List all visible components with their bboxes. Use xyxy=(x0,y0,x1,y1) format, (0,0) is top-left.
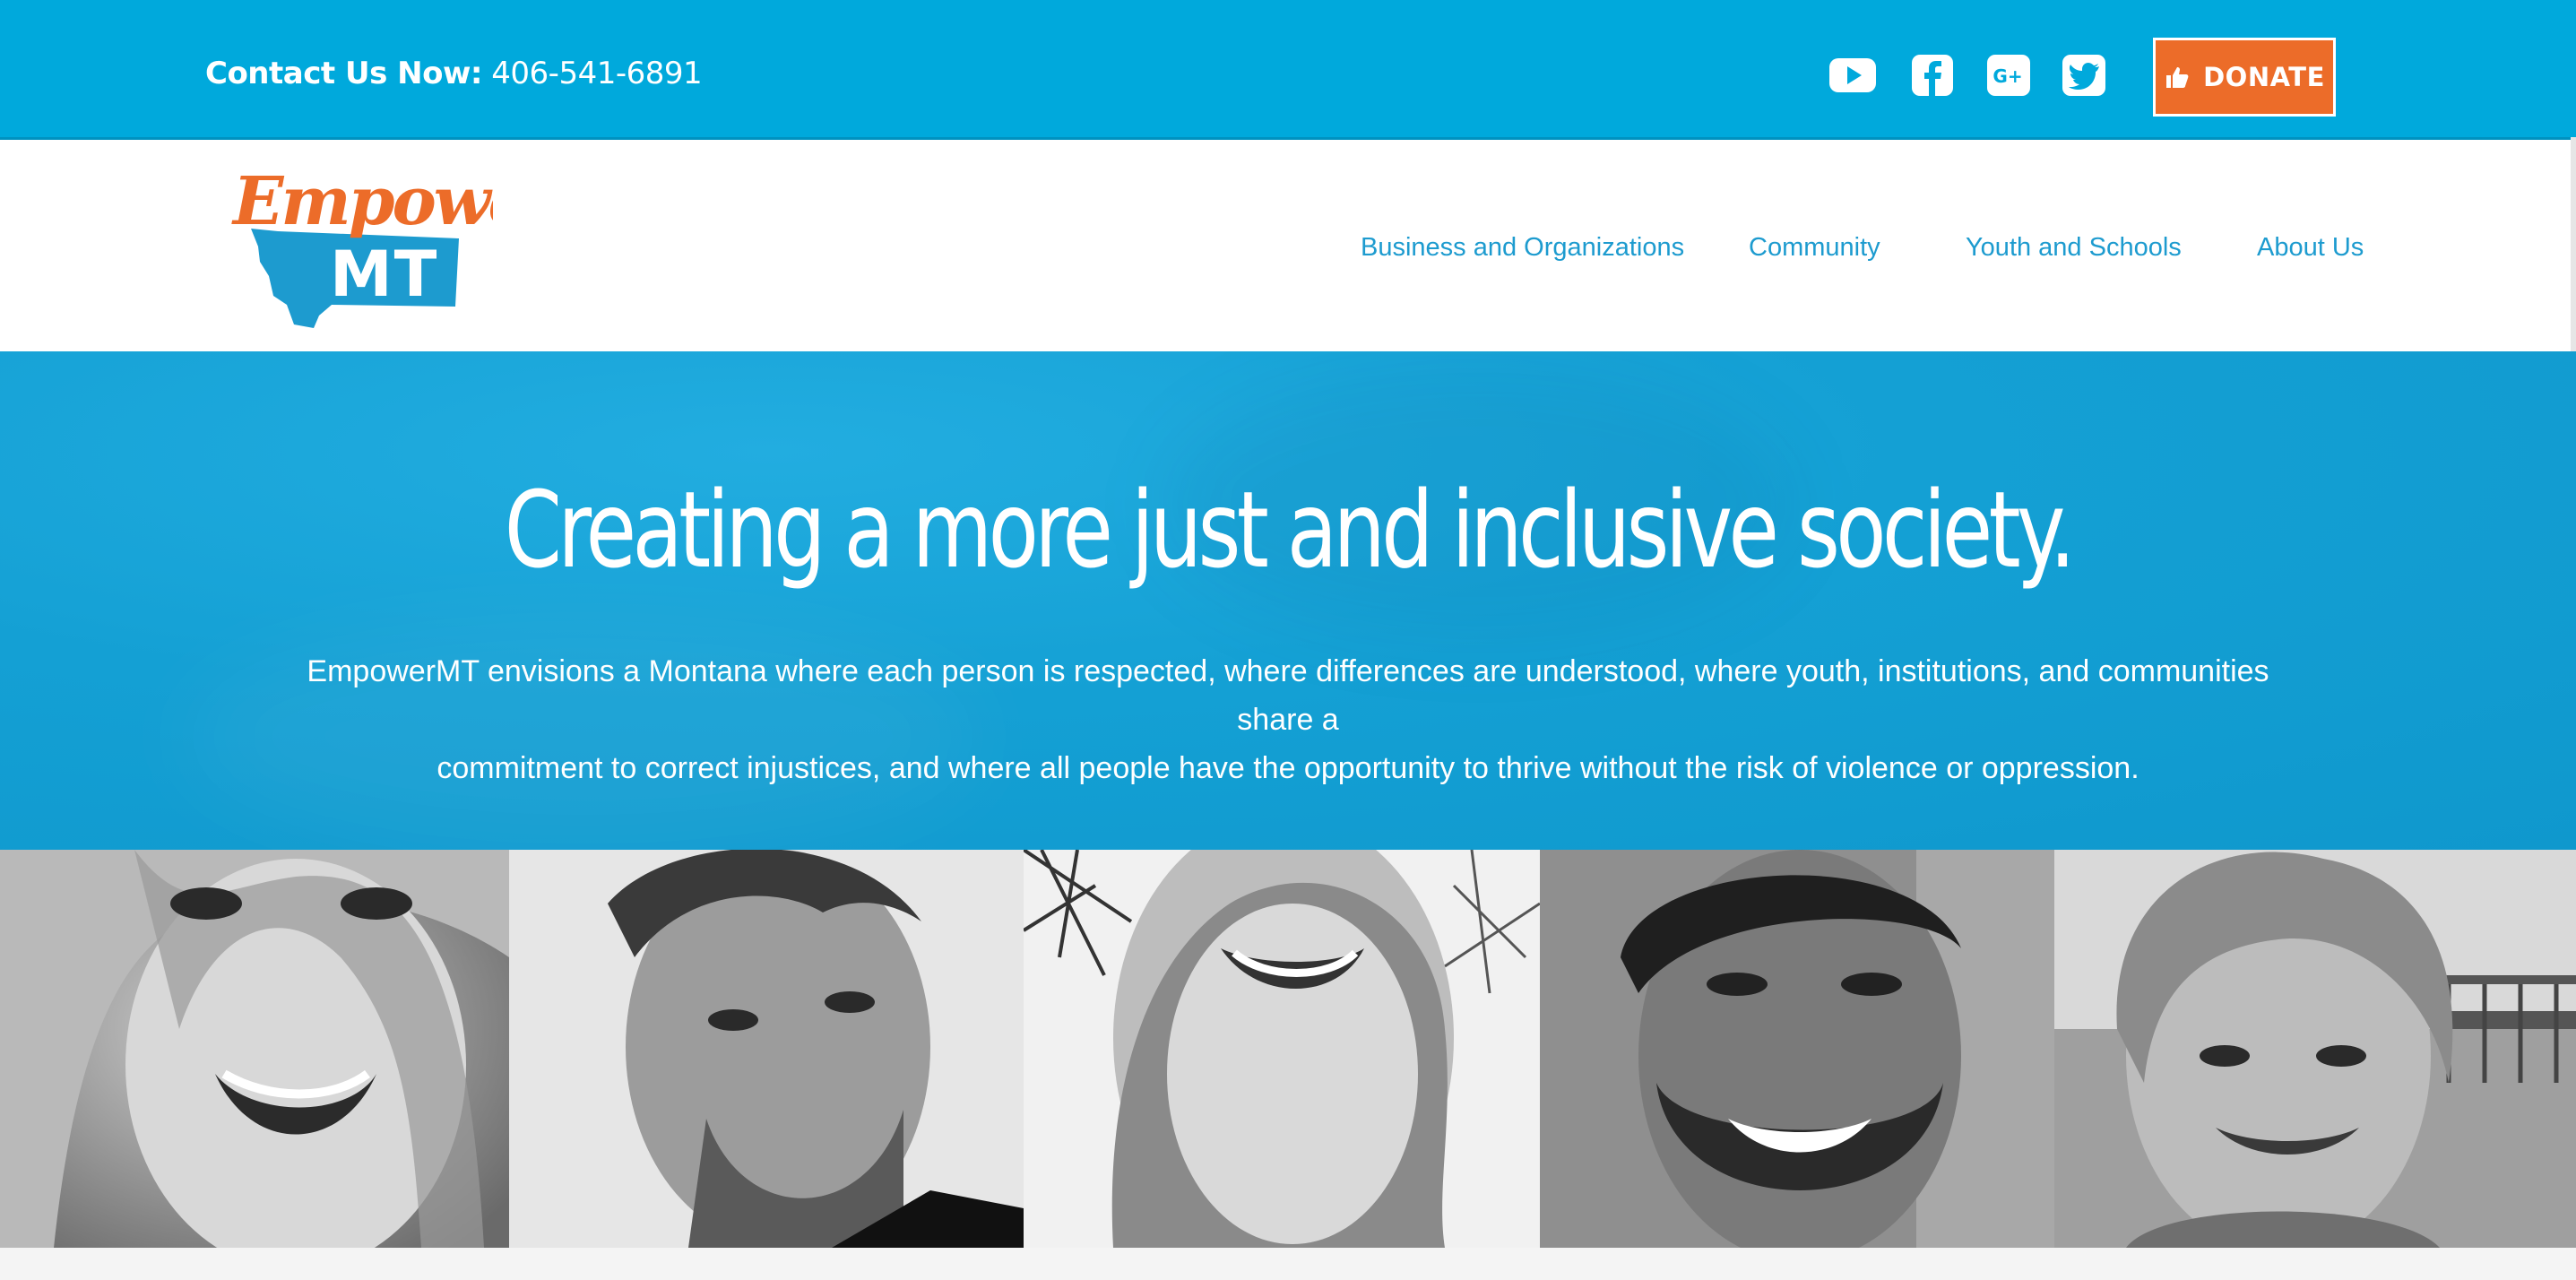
top-bar: Contact Us Now: 406-541-6891 G+ DONATE xyxy=(0,0,2576,137)
nav-youth-schools[interactable]: Youth and Schools xyxy=(1966,233,2182,263)
hero-banner: Creating a more just and inclusive socie… xyxy=(0,351,2576,850)
contact-label: Contact Us Now: xyxy=(205,56,482,91)
facebook-icon[interactable] xyxy=(1911,52,1954,99)
portrait-photo xyxy=(2054,850,2576,1248)
logo-text-empower: Empower xyxy=(231,163,493,240)
donate-label: DONATE xyxy=(2203,62,2325,92)
page-bottom xyxy=(0,1248,2576,1280)
nav-about-us[interactable]: About Us xyxy=(2257,233,2364,263)
site-header: Empower MT Business and Organizations Co… xyxy=(0,137,2576,351)
scrollbar[interactable] xyxy=(2571,137,2576,352)
portrait-strip xyxy=(0,850,2576,1248)
donate-button[interactable]: DONATE xyxy=(2153,38,2336,117)
google-plus-icon[interactable]: G+ xyxy=(1986,52,2031,99)
phone-number[interactable]: 406-541-6891 xyxy=(491,56,702,91)
twitter-icon[interactable] xyxy=(2062,52,2106,99)
portrait-photo xyxy=(509,850,1024,1248)
hero-description-line1: EmpowerMT envisions a Montana where each… xyxy=(307,654,2269,737)
hero-headline: Creating a more just and inclusive socie… xyxy=(504,468,2076,592)
portrait-photo xyxy=(1540,850,2054,1248)
contact-info: Contact Us Now: 406-541-6891 xyxy=(205,56,703,91)
thumbs-up-icon xyxy=(2166,67,2189,88)
portrait-photo xyxy=(0,850,509,1248)
logo-text-mt: MT xyxy=(330,238,438,311)
nav-community[interactable]: Community xyxy=(1749,233,1880,263)
nav-business-organizations[interactable]: Business and Organizations xyxy=(1361,233,1684,263)
svg-text:G+: G+ xyxy=(1993,65,2022,87)
empowermt-logo[interactable]: Empower MT xyxy=(224,161,570,332)
portrait-photo xyxy=(1024,850,1540,1248)
hero-description-line2: commitment to correct injustices, and wh… xyxy=(437,751,2139,785)
youtube-icon[interactable] xyxy=(1828,52,1877,99)
hero-description: EmpowerMT envisions a Montana where each… xyxy=(269,647,2307,792)
